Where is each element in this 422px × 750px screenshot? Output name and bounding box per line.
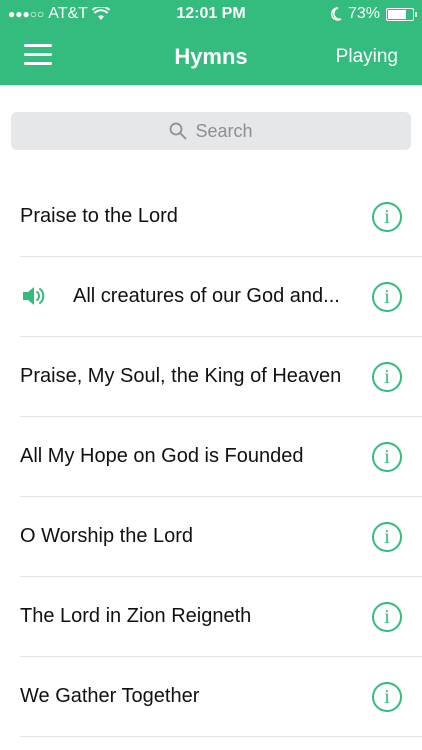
info-icon[interactable]: i: [372, 362, 402, 392]
hymn-row[interactable]: O Worship the Lord i: [20, 497, 422, 577]
hymn-title: O Worship the Lord: [20, 525, 194, 547]
navigation-bar: Hymns Playing: [0, 28, 422, 85]
hymn-row[interactable]: All creatures of our God and... i: [20, 257, 422, 337]
info-icon[interactable]: i: [372, 522, 402, 552]
search-icon: [170, 122, 187, 140]
info-icon[interactable]: i: [372, 682, 402, 712]
info-icon[interactable]: i: [372, 282, 402, 312]
info-icon[interactable]: i: [372, 602, 402, 632]
hymn-title: We Gather Together: [20, 685, 200, 707]
info-icon[interactable]: i: [372, 442, 402, 472]
hymn-title: Praise, My Soul, the King of Heaven: [20, 365, 342, 387]
hymn-row[interactable]: Praise, My Soul, the King of Heaven i: [20, 337, 422, 417]
battery-icon: [386, 7, 417, 21]
moon-icon: [330, 7, 342, 21]
hymn-row[interactable]: The Lord in Zion Reigneth i: [20, 577, 422, 657]
hymn-row[interactable]: Praise to the Lord i: [20, 177, 422, 257]
status-right: 73%: [330, 0, 417, 28]
hymn-title: Praise to the Lord: [20, 205, 178, 227]
hymn-list: Praise to the Lord i All creatures of our …: [0, 177, 422, 737]
hymn-row[interactable]: We Gather Together i: [20, 657, 422, 737]
battery-fill: [388, 9, 406, 19]
header: ●●●○○ AT&T 12:01 PM 73% Hymns Playing: [0, 0, 422, 85]
hymn-row[interactable]: All My Hope on God is Founded i: [20, 417, 422, 497]
speaker-icon: [23, 287, 45, 305]
search-placeholder: Search: [195, 120, 253, 141]
playing-button[interactable]: Playing: [336, 28, 398, 85]
status-bar: ●●●○○ AT&T 12:01 PM 73%: [0, 0, 422, 28]
hymn-title: All creatures of our God and...: [73, 285, 340, 307]
battery-percent: 73%: [347, 5, 380, 22]
info-icon[interactable]: i: [372, 202, 402, 232]
search-input[interactable]: Search: [11, 112, 411, 150]
hymn-title: All My Hope on God is Founded: [20, 445, 304, 467]
hymn-title: The Lord in Zion Reigneth: [20, 605, 252, 627]
